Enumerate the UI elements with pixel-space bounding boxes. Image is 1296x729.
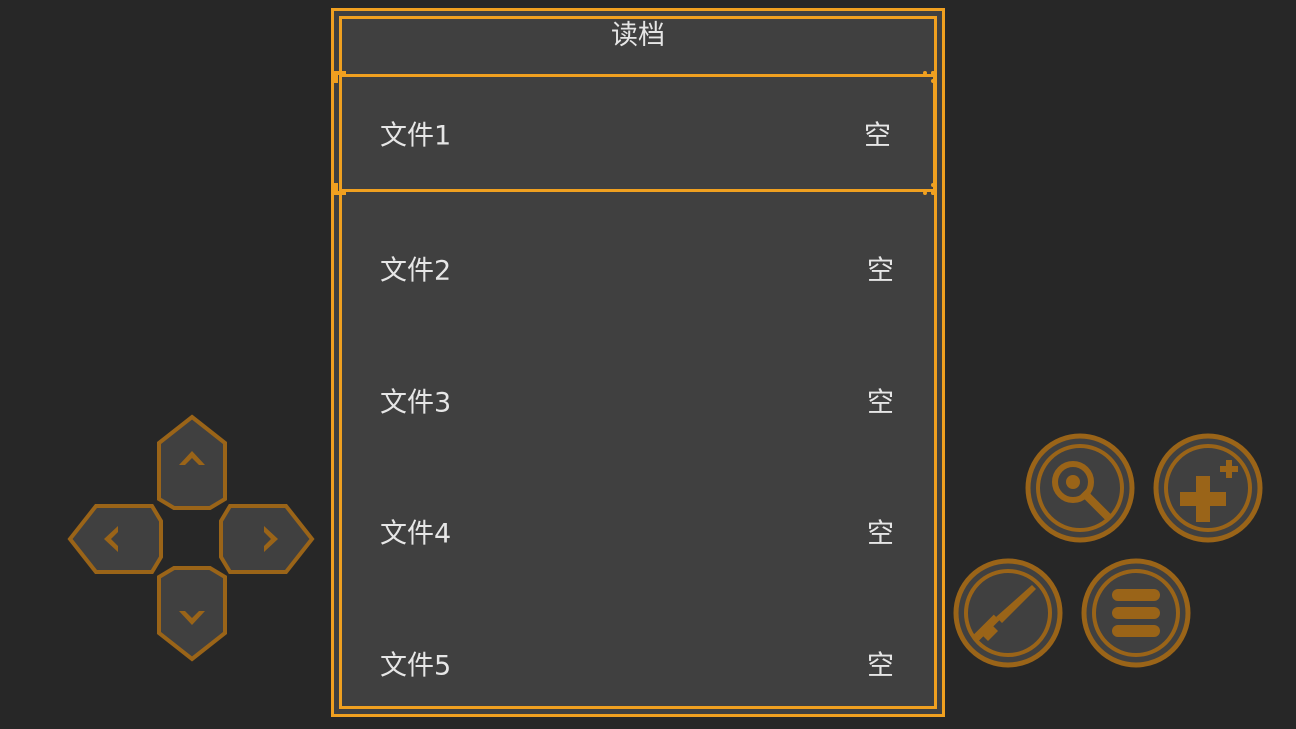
dpad-right-button[interactable] (218, 502, 316, 576)
corner-marker (923, 183, 935, 195)
save-slot-1[interactable]: 文件1 空 (334, 71, 936, 195)
slot-name: 文件3 (380, 387, 452, 419)
dpad-left-icon (67, 504, 163, 574)
slot-status: 空 (864, 120, 891, 152)
dialog-title: 读档 (611, 20, 665, 51)
slot-status: 空 (867, 518, 894, 550)
corner-marker (334, 183, 346, 195)
slot-status: 空 (867, 387, 894, 419)
menu-icon (1081, 558, 1191, 668)
quickslot-add-button[interactable] (1152, 432, 1264, 544)
dpad-right-icon (219, 504, 315, 574)
search-button[interactable] (1024, 432, 1136, 544)
load-dialog: 读档 文件1 空 文件2 空 文件3 空 文件4 空 文件5 空 (331, 8, 945, 717)
slot-status: 空 (867, 650, 894, 682)
corner-marker (923, 71, 935, 83)
slot-name: 文件5 (380, 650, 452, 682)
game-screen: 读档 文件1 空 文件2 空 文件3 空 文件4 空 文件5 空 (0, 0, 1296, 729)
slot-name: 文件4 (380, 518, 452, 550)
sword-icon (953, 558, 1063, 668)
dpad-down-button[interactable] (155, 565, 229, 663)
save-slot-3[interactable]: 文件3 空 (340, 341, 936, 459)
attack-button[interactable] (952, 557, 1064, 669)
dpad-down-icon (157, 566, 227, 662)
slot-name: 文件1 (380, 120, 452, 152)
menu-button[interactable] (1080, 557, 1192, 669)
save-slot-2[interactable]: 文件2 空 (340, 209, 936, 327)
dpad-left-button[interactable] (66, 502, 164, 576)
slot-status: 空 (867, 255, 894, 287)
save-slot-5[interactable]: 文件5 空 (340, 604, 936, 722)
slot-name: 文件2 (380, 255, 452, 287)
save-slot-4[interactable]: 文件4 空 (340, 472, 936, 590)
dpad-up-button[interactable] (155, 413, 229, 511)
search-icon (1025, 433, 1135, 543)
dpad-up-icon (157, 414, 227, 510)
corner-marker (334, 71, 346, 83)
add-plus-icon (1153, 433, 1263, 543)
